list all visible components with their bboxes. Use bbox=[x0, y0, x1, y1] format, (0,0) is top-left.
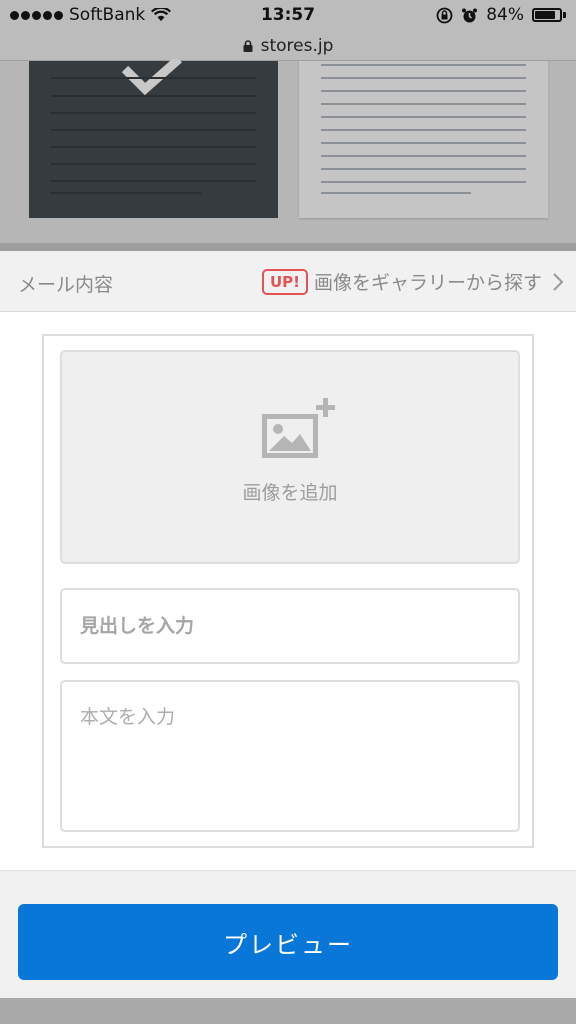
template-line bbox=[321, 129, 526, 131]
preview-button[interactable]: プレビュー bbox=[18, 904, 558, 980]
template-line bbox=[321, 168, 526, 170]
add-image-area[interactable]: 画像を追加 bbox=[60, 350, 520, 564]
template-light[interactable] bbox=[299, 61, 548, 218]
orientation-lock-icon bbox=[436, 7, 453, 23]
gallery-link[interactable]: UP! 画像をギャラリーから探す bbox=[261, 268, 564, 295]
status-right: 84% bbox=[436, 5, 566, 25]
template-line bbox=[321, 90, 526, 92]
template-line bbox=[51, 146, 256, 148]
template-line bbox=[51, 163, 256, 165]
template-line bbox=[321, 155, 526, 157]
alarm-icon bbox=[462, 8, 478, 22]
template-line bbox=[51, 192, 201, 194]
section-title: メール内容 bbox=[18, 274, 114, 296]
mail-editor: 画像を追加 bbox=[0, 312, 576, 870]
mail-content-header: メール内容 UP! 画像をギャラリーから探す bbox=[0, 251, 576, 312]
template-line bbox=[321, 192, 471, 194]
editor-frame: 画像を追加 bbox=[42, 334, 534, 848]
gallery-link-label: 画像をギャラリーから探す bbox=[313, 272, 542, 294]
chevron-right-icon bbox=[553, 272, 564, 291]
heading-input[interactable] bbox=[60, 588, 520, 664]
bottom-toolbar-edge bbox=[0, 998, 576, 1024]
template-selector bbox=[0, 59, 576, 251]
template-dark-selected[interactable] bbox=[29, 59, 278, 218]
lock-icon bbox=[243, 40, 253, 52]
battery-percent: 84% bbox=[486, 5, 524, 25]
template-line bbox=[51, 129, 256, 131]
status-bar: SoftBank 13:57 84% bbox=[0, 0, 576, 32]
template-line bbox=[51, 180, 256, 182]
template-line bbox=[321, 64, 526, 66]
template-line bbox=[51, 77, 256, 79]
footer: プレビュー bbox=[0, 870, 576, 999]
up-badge: UP! bbox=[261, 268, 308, 295]
battery-icon bbox=[532, 8, 566, 22]
url-bar[interactable]: stores.jp bbox=[0, 32, 576, 61]
template-line bbox=[321, 103, 526, 105]
body-input[interactable] bbox=[60, 680, 520, 832]
add-image-label: 画像を追加 bbox=[242, 482, 338, 504]
template-line bbox=[321, 142, 526, 144]
add-image-icon bbox=[262, 398, 335, 458]
url-domain: stores.jp bbox=[260, 36, 334, 56]
template-line bbox=[321, 77, 526, 79]
template-line bbox=[51, 112, 256, 114]
template-line bbox=[51, 95, 256, 97]
template-line bbox=[321, 181, 526, 183]
template-line bbox=[321, 116, 526, 118]
